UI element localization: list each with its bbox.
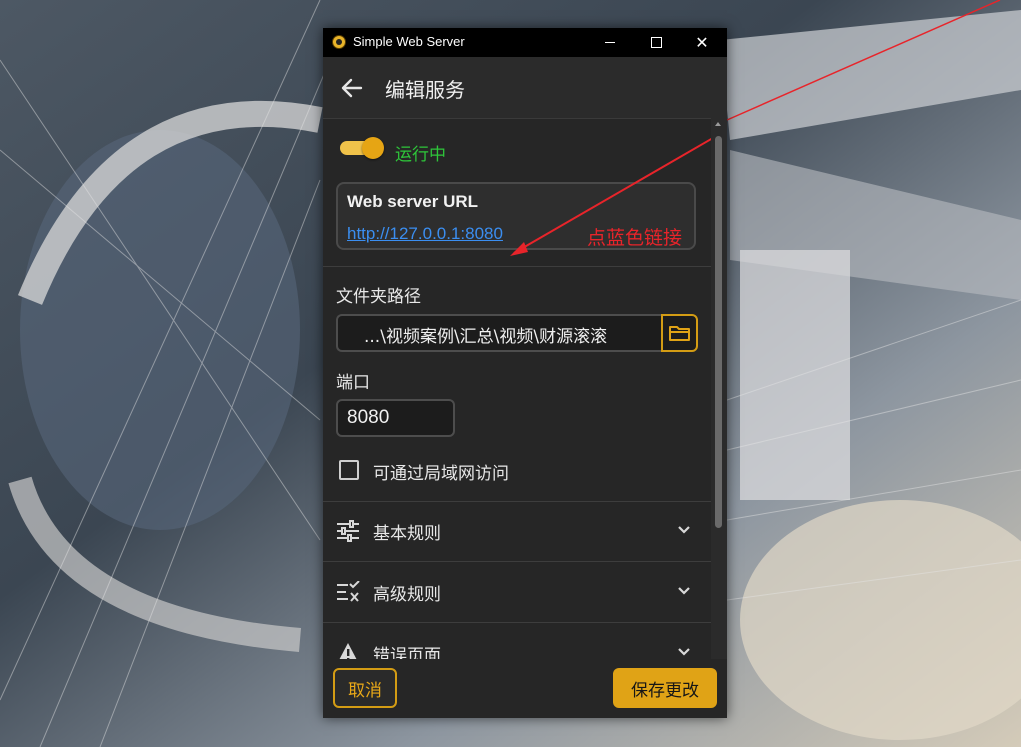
port-label: 端口 xyxy=(336,373,370,393)
window-title: Simple Web Server xyxy=(353,34,465,49)
settings-content: 运行中 Web server URL http://127.0.0.1:8080… xyxy=(323,118,711,688)
lan-access-checkbox[interactable] xyxy=(339,460,359,480)
scroll-up-arrow-icon[interactable] xyxy=(715,122,721,126)
save-button[interactable]: 保存更改 xyxy=(613,668,717,708)
title-bar[interactable]: Simple Web Server ✕ xyxy=(323,28,727,57)
browse-folder-button[interactable] xyxy=(661,314,698,352)
section-basic-rules[interactable]: 基本规则 xyxy=(323,501,711,561)
cancel-button[interactable]: 取消 xyxy=(333,668,397,708)
app-window: Simple Web Server ✕ 编辑服务 运行中 Web server … xyxy=(323,28,727,718)
sliders-icon xyxy=(337,520,359,542)
section-label: 基本规则 xyxy=(373,524,441,544)
divider xyxy=(323,266,711,267)
chevron-down-icon xyxy=(678,587,690,595)
section-label: 高级规则 xyxy=(373,585,441,605)
chevron-down-icon xyxy=(678,648,690,656)
status-label: 运行中 xyxy=(395,145,446,165)
scroll-thumb[interactable] xyxy=(715,136,722,528)
server-url-link[interactable]: http://127.0.0.1:8080 xyxy=(347,224,503,244)
rules-check-icon xyxy=(337,581,360,602)
folder-path-label: 文件夹路径 xyxy=(336,287,421,307)
lan-access-label: 可通过局域网访问 xyxy=(373,464,509,484)
chevron-down-icon xyxy=(678,526,690,534)
annotation-arrow xyxy=(510,138,711,256)
port-input[interactable]: 8080 xyxy=(336,399,455,437)
scrollbar[interactable] xyxy=(711,118,727,688)
arrow-left-icon[interactable] xyxy=(341,77,363,99)
page-header: 编辑服务 xyxy=(323,57,727,119)
section-advanced-rules[interactable]: 高级规则 xyxy=(323,562,711,622)
page-title: 编辑服务 xyxy=(385,78,465,102)
running-toggle[interactable] xyxy=(340,137,384,159)
folder-path-input[interactable]: ...\视频案例\汇总\视频\财源滚滚 xyxy=(336,314,661,352)
folder-icon xyxy=(669,326,690,341)
url-card-label: Web server URL xyxy=(347,192,479,211)
close-icon[interactable]: ✕ xyxy=(679,28,725,57)
maximize-icon[interactable] xyxy=(633,28,679,57)
minimize-icon[interactable] xyxy=(587,28,633,57)
app-logo-icon xyxy=(332,35,346,49)
